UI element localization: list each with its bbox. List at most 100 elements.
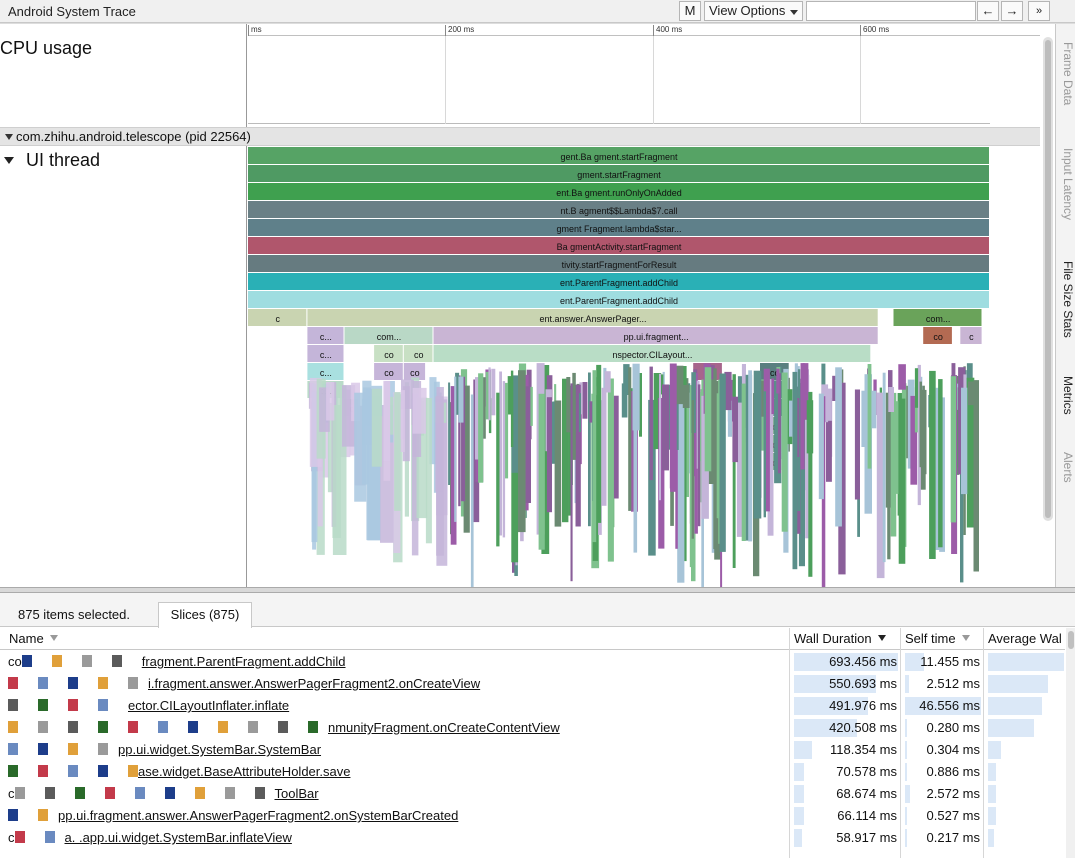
slice-name-link[interactable]: ector.CILayoutInflater.inflate: [128, 698, 289, 713]
trace-slice[interactable]: [713, 368, 717, 550]
trace-slice[interactable]: [604, 371, 611, 393]
trace-slice[interactable]: [659, 373, 661, 501]
trace-slice[interactable]: [582, 382, 588, 419]
trace-slice[interactable]: [898, 364, 906, 390]
trace-slice[interactable]: [888, 387, 894, 412]
trace-slice[interactable]: [753, 370, 762, 519]
collapse-triangle-icon[interactable]: [5, 134, 13, 140]
trace-slice[interactable]: [448, 382, 451, 486]
trace-slice[interactable]: [601, 387, 607, 506]
trace-slice[interactable]: [669, 363, 677, 489]
column-wall-duration[interactable]: Wall Duration: [794, 631, 886, 646]
trace-slice[interactable]: [914, 368, 919, 408]
side-tab-frame-data[interactable]: Frame Data: [1057, 42, 1075, 105]
trace-slice[interactable]: [554, 400, 562, 527]
trace-slice[interactable]: [704, 367, 712, 472]
m-button[interactable]: M: [679, 1, 701, 21]
trace-slice[interactable]: [362, 380, 372, 445]
ui-thread-flame-chart[interactable]: gent.Ba gment.startFragment gment.startFr…: [248, 147, 990, 587]
track-scrollbar-thumb[interactable]: [1045, 40, 1051, 518]
table-scrollbar[interactable]: [1066, 628, 1075, 858]
trace-slice[interactable]: [893, 401, 899, 494]
trace-slice[interactable]: [621, 383, 628, 418]
trace-slice[interactable]: [691, 400, 694, 539]
trace-slice[interactable]: [938, 379, 943, 548]
next-button[interactable]: →: [1001, 1, 1023, 21]
trace-slice[interactable]: [776, 368, 780, 394]
trace-slice[interactable]: [570, 383, 573, 582]
expand-button[interactable]: »: [1028, 1, 1050, 21]
trace-slice[interactable]: [566, 377, 571, 433]
trace-slice[interactable]: [929, 370, 936, 559]
trace-slice[interactable]: [488, 367, 491, 421]
trace-slice[interactable]: [867, 364, 872, 469]
process-header[interactable]: com.zhihu.android.telescope (pid 22564): [0, 127, 1040, 146]
table-row[interactable]: pp.ui.fragment.answer.AnswerPagerFragmen…: [0, 805, 1065, 827]
trace-slice[interactable]: [592, 370, 597, 543]
slice-name-link[interactable]: fragment.ParentFragment.addChild: [142, 654, 346, 669]
trace-slice[interactable]: [649, 366, 653, 481]
time-ruler[interactable]: ms 200 ms 400 ms 600 ms: [248, 24, 1040, 36]
trace-slice[interactable]: [968, 381, 976, 406]
trace-slice[interactable]: [835, 367, 842, 527]
table-row[interactable]: ector.CILayoutInflater.inflate 491.976 ms…: [0, 695, 1065, 717]
trace-slice[interactable]: [530, 386, 533, 426]
trace-slice[interactable]: [686, 397, 690, 497]
trace-slice[interactable]: [682, 385, 690, 408]
column-name[interactable]: Name: [9, 631, 58, 646]
trace-slice[interactable]: [538, 393, 545, 550]
trace-slice[interactable]: [607, 378, 614, 562]
trace-slice[interactable]: [662, 384, 669, 471]
trace-slice[interactable]: [613, 395, 619, 499]
trace-slice[interactable]: [510, 370, 514, 447]
trace-slice[interactable]: [919, 381, 923, 468]
trace-slice[interactable]: [572, 372, 576, 460]
trace-slice[interactable]: [748, 370, 752, 542]
slice-name-link[interactable]: pp.ui.widget.SystemBar.SystemBar: [118, 742, 321, 757]
trace-slice[interactable]: [383, 380, 390, 462]
trace-slice[interactable]: [818, 393, 824, 500]
trace-slice[interactable]: [800, 363, 805, 470]
trace-slice[interactable]: [394, 392, 401, 511]
side-tab-file-size-stats[interactable]: File Size Stats: [1057, 261, 1075, 338]
trace-slice[interactable]: [470, 394, 474, 588]
view-options-button[interactable]: View Options: [704, 1, 803, 21]
trace-slice[interactable]: [628, 367, 632, 511]
trace-slice[interactable]: [491, 368, 496, 416]
slice-name-link[interactable]: ToolBar: [275, 786, 319, 801]
trace-slice[interactable]: [525, 386, 531, 503]
trace-slice[interactable]: [792, 371, 798, 570]
table-row[interactable]: c ToolBar 68.674 ms 2.572 ms: [0, 783, 1065, 805]
tab-slices[interactable]: Slices (875): [158, 602, 252, 628]
trace-slice[interactable]: [675, 365, 684, 405]
table-row[interactable]: pp.ui.widget.SystemBar.SystemBar 118.354 …: [0, 739, 1065, 761]
trace-slice[interactable]: [499, 371, 502, 536]
trace-slice[interactable]: [518, 370, 526, 533]
slice-name-link[interactable]: a. .app.ui.widget.SystemBar.inflateView: [65, 830, 292, 845]
table-scrollbar-thumb[interactable]: [1068, 631, 1074, 649]
trace-slice[interactable]: [435, 396, 443, 492]
prev-button[interactable]: ←: [977, 1, 999, 21]
trace-slice[interactable]: [824, 390, 832, 421]
search-input[interactable]: [806, 1, 976, 21]
trace-slice[interactable]: [633, 398, 638, 553]
trace-slice[interactable]: [719, 373, 726, 552]
trace-slice[interactable]: [887, 402, 891, 560]
trace-slice[interactable]: [496, 392, 500, 547]
table-row[interactable]: i.fragment.answer.AnswerPagerFragment2.o…: [0, 673, 1065, 695]
trace-slice[interactable]: [882, 372, 886, 563]
table-row[interactable]: ase.widget.BaseAttributeHolder.save 70.57…: [0, 761, 1065, 783]
trace-slice[interactable]: [400, 390, 405, 452]
column-self-time[interactable]: Self time: [905, 631, 970, 646]
collapse-triangle-icon[interactable]: [4, 157, 14, 164]
trace-slice[interactable]: [546, 397, 552, 513]
slice-name-link[interactable]: ase.widget.BaseAttributeHolder.save: [138, 764, 350, 779]
trace-slice[interactable]: [588, 372, 591, 527]
trace-slice[interactable]: [332, 405, 341, 538]
trace-slice[interactable]: [763, 391, 766, 518]
trace-slice[interactable]: [458, 376, 464, 423]
trace-slice[interactable]: [973, 380, 980, 572]
trace-slice[interactable]: [961, 387, 968, 495]
trace-slice[interactable]: [854, 389, 860, 500]
side-tab-metrics[interactable]: Metrics: [1057, 376, 1075, 415]
